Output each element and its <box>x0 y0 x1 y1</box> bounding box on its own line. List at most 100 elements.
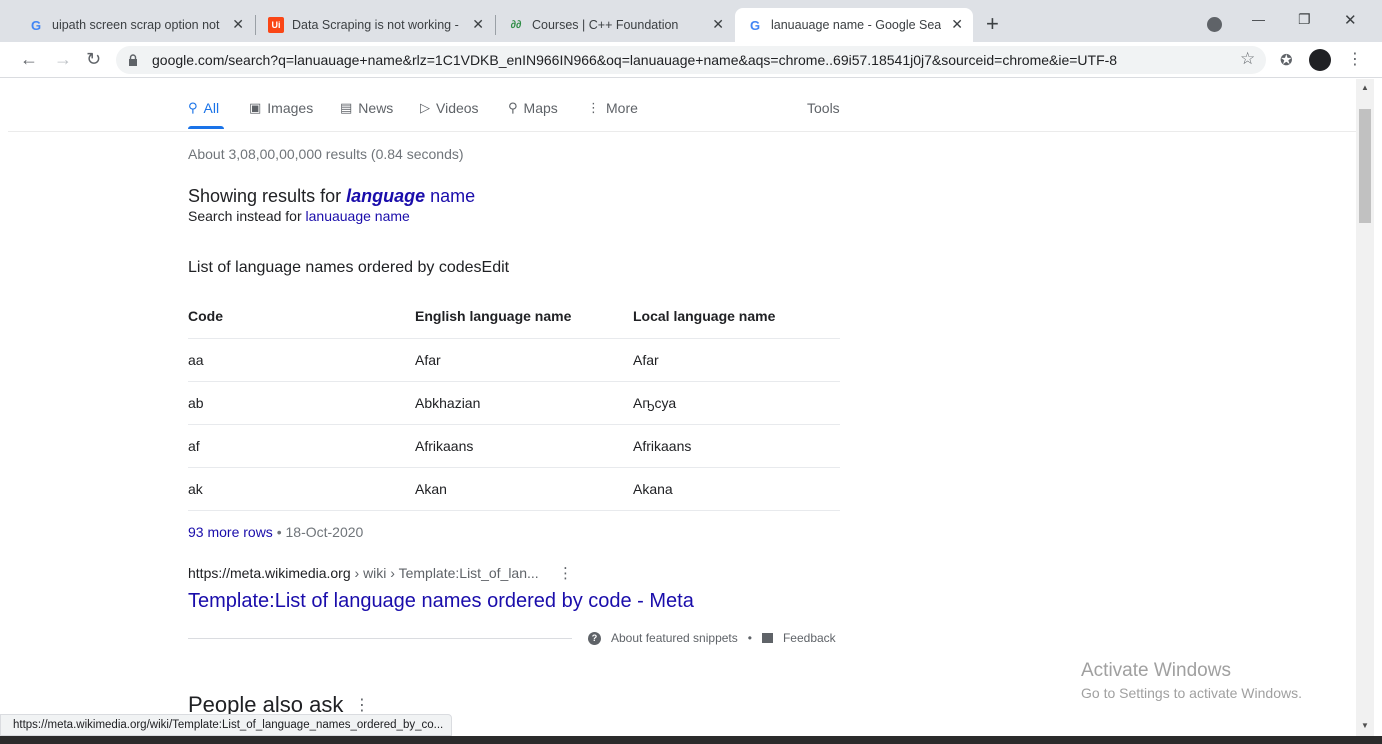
videos-icon: ▷ <box>420 100 430 115</box>
result-cite[interactable]: https://meta.wikimedia.org › wiki › Temp… <box>188 565 539 581</box>
column-header: Code <box>188 294 415 339</box>
window-close-button[interactable]: ✕ <box>1344 11 1357 29</box>
source-url: https://meta.wikimedia.org <box>188 565 351 581</box>
tab-label: More <box>606 100 638 116</box>
forward-arrow-icon[interactable]: → <box>54 49 72 70</box>
table-cell: Akan <box>415 467 633 511</box>
browser-tab-active[interactable]: G lanuauage name - Google Search ✕ <box>735 8 973 42</box>
tab-label: Maps <box>523 100 558 116</box>
search-icon: ⚲ <box>188 100 198 115</box>
tab-news[interactable]: ▤ News <box>340 100 393 116</box>
browser-tab-3[interactable]: ∂∂ Courses | C++ Foundation ✕ <box>496 8 734 42</box>
paa-options-icon[interactable]: ⋮ <box>354 695 370 715</box>
tab-label: Images <box>267 100 314 116</box>
feedback-link[interactable]: Feedback <box>783 631 836 645</box>
tab-title: Data Scraping is not working - Help <box>292 18 462 32</box>
tab-strip: G uipath screen scrap option not visible… <box>0 0 1382 42</box>
uipath-favicon-icon: Ui <box>268 17 284 33</box>
tab-videos[interactable]: ▷ Videos <box>420 100 479 116</box>
original-query-link[interactable]: lanuauage name <box>306 208 410 224</box>
scroll-down-arrow-icon[interactable]: ▼ <box>1361 721 1369 730</box>
result-title-link[interactable]: Template:List of language names ordered … <box>188 590 694 613</box>
tools-button[interactable]: Tools <box>807 100 840 116</box>
snippet-date: 18-Oct-2020 <box>285 524 364 540</box>
search-instead: Search instead for lanuauage name <box>188 208 410 224</box>
column-header: English language name <box>415 294 633 339</box>
table-cell: ak <box>188 467 415 511</box>
result-stats: About 3,08,00,00,000 results (0.84 secon… <box>188 146 464 162</box>
result-options-icon[interactable]: ⋮ <box>558 564 573 582</box>
table-header-row: Code English language name Local languag… <box>188 294 840 339</box>
profile-avatar[interactable] <box>1309 49 1331 71</box>
table-cell: ab <box>188 381 415 425</box>
url-text: google.com/search?q=lanuauage+name&rlz=1… <box>152 52 1118 68</box>
tab-maps[interactable]: ⚲ Maps <box>508 100 558 116</box>
table-cell: aa <box>188 338 415 382</box>
tools-label: Tools <box>807 100 840 116</box>
snippet-footer: ? About featured snippets • Feedback <box>588 631 836 645</box>
extensions-puzzle-icon[interactable]: ✪ <box>1280 51 1293 69</box>
column-header: Local language name <box>633 294 840 339</box>
maps-icon: ⚲ <box>508 100 518 115</box>
watermark-title: Activate Windows <box>1081 660 1231 681</box>
new-tab-button[interactable]: + <box>986 11 999 37</box>
showing-label: Showing results for <box>188 186 347 206</box>
scroll-up-arrow-icon[interactable]: ▲ <box>1361 83 1369 92</box>
table-row: aa Afar Afar <box>188 338 840 382</box>
spelling-correction: Showing results for language name <box>188 186 475 207</box>
scrollbar-thumb[interactable] <box>1359 109 1371 223</box>
feedback-icon <box>761 633 773 643</box>
table-row: af Afrikaans Afrikaans <box>188 424 840 468</box>
address-bar[interactable]: google.com/search?q=lanuauage+name&rlz=1… <box>116 46 1266 74</box>
status-bubble: https://meta.wikimedia.org/wiki/Template… <box>0 714 453 736</box>
table-cell: Afar <box>633 338 840 382</box>
tab-label: News <box>358 100 394 116</box>
table-cell: Akana <box>633 467 840 511</box>
close-icon[interactable]: ✕ <box>951 16 963 33</box>
search-instead-label: Search instead for <box>188 208 306 224</box>
active-tab-indicator <box>188 126 224 129</box>
close-icon[interactable]: ✕ <box>472 16 484 33</box>
tab-search-button[interactable] <box>1207 17 1222 32</box>
tab-title: lanuauage name - Google Search <box>771 18 941 32</box>
table-cell: Аҧсуа <box>633 381 840 425</box>
page-scrollbar[interactable]: ▲ ▼ <box>1356 79 1374 744</box>
more-icon: ⋮ <box>587 100 600 115</box>
google-favicon-icon: G <box>30 17 42 33</box>
back-arrow-icon[interactable]: ← <box>20 49 38 70</box>
browser-menu-icon[interactable]: ⋮ <box>1347 49 1363 69</box>
restore-button[interactable]: ❐ <box>1298 11 1311 28</box>
corrected-query-link[interactable]: language <box>346 186 425 206</box>
more-rows-link[interactable]: 93 more rows <box>188 524 273 540</box>
table-cell: Afar <box>415 338 633 382</box>
tab-all[interactable]: ⚲ All <box>188 100 219 116</box>
close-icon[interactable]: ✕ <box>712 16 724 33</box>
tab-title: uipath screen scrap option not visible <box>52 18 222 32</box>
browser-tab-2[interactable]: Ui Data Scraping is not working - Help ✕ <box>256 8 494 42</box>
images-icon: ▣ <box>249 100 262 115</box>
about-snippets-link[interactable]: About featured snippets <box>611 631 738 645</box>
bookmark-star-icon[interactable]: ☆ <box>1240 49 1255 69</box>
language-table: Code English language name Local languag… <box>188 294 840 511</box>
tab-images[interactable]: ▣ Images <box>249 100 313 116</box>
google-favicon-icon: G <box>749 17 761 33</box>
snippet-heading: List of language names ordered by codesE… <box>188 259 510 276</box>
minimize-button[interactable]: — <box>1252 12 1265 27</box>
tabs-divider <box>8 131 1356 132</box>
tab-title: Courses | C++ Foundation <box>532 18 679 32</box>
tab-more[interactable]: ⋮ More <box>587 100 638 116</box>
corrected-query-link-rest[interactable]: name <box>425 186 475 206</box>
close-icon[interactable]: ✕ <box>232 16 244 33</box>
reload-icon[interactable]: ↻ <box>86 49 101 70</box>
help-icon: ? <box>588 631 601 645</box>
table-cell: af <box>188 424 415 468</box>
table-cell: Afrikaans <box>415 424 633 468</box>
tab-label: All <box>203 100 220 116</box>
table-row: ab Abkhazian Аҧсуа <box>188 381 840 425</box>
table-row: ak Akan Akana <box>188 467 840 511</box>
source-breadcrumb: › wiki › Template:List_of_lan... <box>350 565 539 581</box>
gfg-favicon-icon: ∂∂ <box>510 19 522 31</box>
watermark-subtitle: Go to Settings to activate Windows. <box>1081 685 1302 701</box>
browser-tab-1[interactable]: G uipath screen scrap option not visible… <box>16 8 254 42</box>
snippet-divider <box>188 638 572 639</box>
